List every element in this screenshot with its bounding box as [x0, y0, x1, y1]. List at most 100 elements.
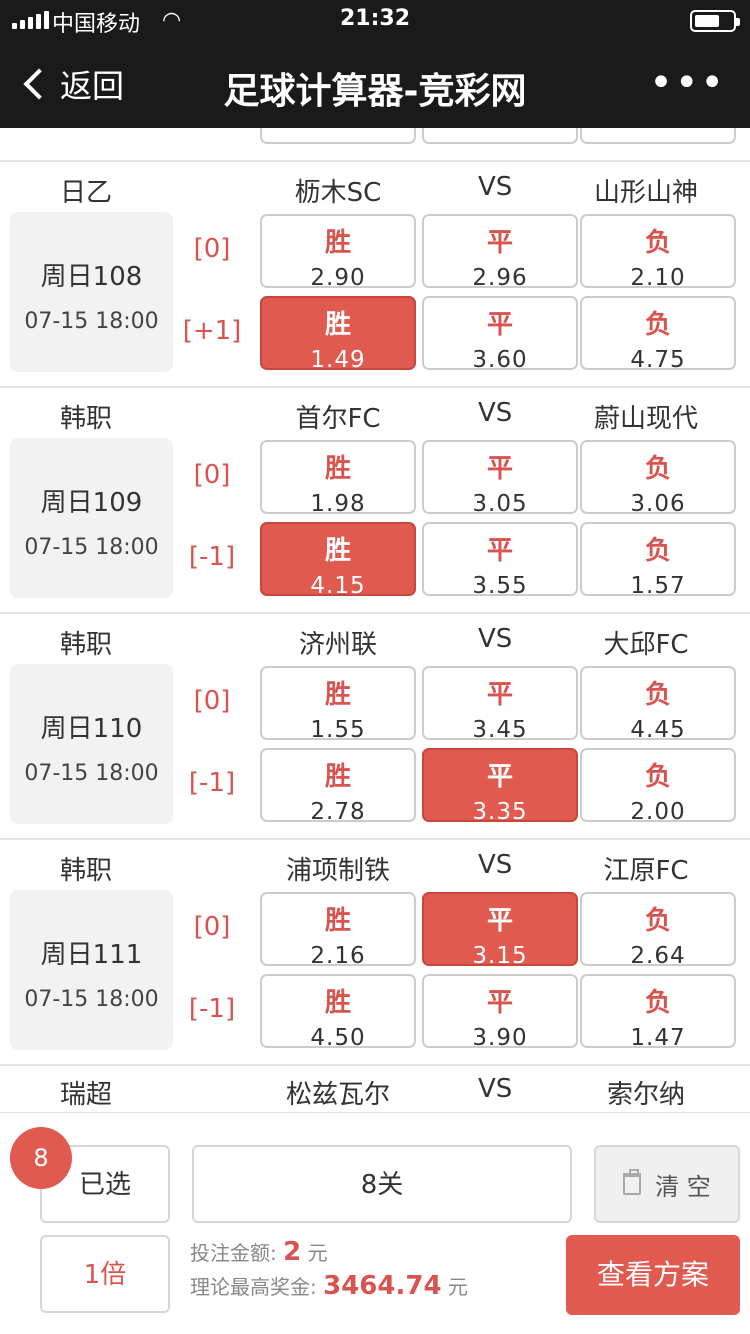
away-team: 索尔纳: [606, 1080, 685, 1110]
clear-label: 清 空: [655, 1172, 711, 1201]
odds-value: 1.57: [630, 573, 686, 599]
match-list[interactable]: 3.90 3.701.58 日乙 枥木SC VS 山形山神周日108 07-15 18:0…: [0, 128, 750, 1112]
odds-value: 4.45: [630, 717, 686, 743]
match-item: 韩职 首尔FC VS 蔚山现代 周日109 07-15 18:00 [0] 胜 1.98 平 3.0…: [0, 388, 750, 614]
odds-option[interactable]: 3.70: [422, 128, 578, 144]
odds-option[interactable]: 胜 1.55: [260, 666, 416, 743]
league-name: 韩职: [60, 856, 113, 886]
outcome-label: 负: [644, 310, 671, 340]
handicap-label: [0]: [193, 912, 231, 942]
vs-label: VS: [478, 850, 513, 880]
outcome-label: 平: [486, 680, 513, 710]
league-name: 韩职: [60, 404, 113, 434]
odds-option[interactable]: 负 2.00: [580, 748, 736, 825]
odds-option[interactable]: 胜 2.90: [260, 214, 416, 291]
match-number: 周日109: [40, 488, 143, 518]
vs-label: VS: [478, 398, 513, 428]
odds-option[interactable]: 负 2.64: [580, 892, 736, 969]
odds-value: 2.78: [310, 799, 366, 825]
match-time: 07-15 18:00: [24, 535, 159, 560]
status-bar: 中国移动 ◠ 21:32: [0, 0, 750, 40]
vs-label: VS: [478, 1074, 513, 1104]
outcome-label: 胜: [324, 988, 351, 1018]
outcome-label: 胜: [324, 454, 351, 484]
odds-option[interactable]: 1.58: [580, 128, 736, 144]
clear-button[interactable]: 清 空: [594, 1145, 740, 1223]
odds-value: 3.90: [472, 1025, 528, 1051]
odds-value: 1.55: [310, 717, 366, 743]
odds-value: 3.06: [630, 491, 686, 517]
vs-label: VS: [478, 172, 513, 202]
odds-option[interactable]: 胜 1.98: [260, 440, 416, 517]
home-team: 济州联: [298, 630, 377, 660]
outcome-label: 平: [486, 988, 513, 1018]
home-team: 松兹瓦尔: [285, 1080, 390, 1110]
more-menu-button[interactable]: •••: [649, 60, 726, 106]
prize-value: 3464.74: [323, 1271, 442, 1301]
league-name: 日乙: [60, 178, 113, 208]
view-plan-button[interactable]: 查看方案: [566, 1235, 740, 1315]
odds-option[interactable]: 胜 2.16: [260, 892, 416, 969]
odds-option[interactable]: 负 4.45: [580, 666, 736, 743]
odds-option-selected[interactable]: 平 3.15: [422, 892, 578, 969]
odds-value: 1.47: [630, 1025, 686, 1051]
odds-option[interactable]: 负 3.06: [580, 440, 736, 517]
odds-option[interactable]: 负 4.75: [580, 296, 736, 373]
outcome-label: 负: [644, 536, 671, 566]
odds-value: 2.10: [630, 265, 686, 291]
odds-option[interactable]: 胜 4.50: [260, 974, 416, 1051]
odds-option[interactable]: 3.90: [260, 128, 416, 144]
odds-value: 3.55: [472, 573, 528, 599]
stake-value: 2: [283, 1237, 302, 1267]
odds-option-selected[interactable]: 平 3.35: [422, 748, 578, 825]
odds-value: 1.49: [310, 347, 366, 373]
odds-option[interactable]: 负 1.57: [580, 522, 736, 599]
multiplier-button[interactable]: 1倍: [40, 1235, 170, 1313]
stake-unit: 元: [307, 1241, 328, 1265]
outcome-label: 胜: [324, 762, 351, 792]
away-team: 江原FC: [603, 856, 689, 886]
odds-option[interactable]: 平 2.96: [422, 214, 578, 291]
vs-label: VS: [478, 624, 513, 654]
odds-option[interactable]: 胜 2.78: [260, 748, 416, 825]
odds-option-selected[interactable]: 胜 1.49: [260, 296, 416, 373]
handicap-label: [0]: [193, 234, 231, 264]
odds-option[interactable]: 平 3.45: [422, 666, 578, 743]
odds-value: 4.15: [310, 573, 366, 599]
outcome-label: 平: [486, 228, 513, 258]
match-time: 07-15 18:00: [24, 761, 159, 786]
odds-option[interactable]: 平 3.90: [422, 974, 578, 1051]
home-team: 枥木SC: [294, 178, 382, 208]
odds-option[interactable]: 平 3.55: [422, 522, 578, 599]
odds-value: 3.60: [472, 347, 528, 373]
handicap-label: [+1]: [182, 316, 242, 346]
odds-option[interactable]: 负 2.10: [580, 214, 736, 291]
odds-option-selected[interactable]: 胜 4.15: [260, 522, 416, 599]
outcome-label: 胜: [324, 680, 351, 710]
away-team: 大邱FC: [603, 630, 689, 660]
handicap-label: [0]: [193, 686, 231, 716]
odds-value: 2.00: [630, 799, 686, 825]
match-number: 周日108: [40, 262, 143, 292]
battery-icon: [690, 10, 740, 32]
outcome-label: 负: [644, 906, 671, 936]
home-team: 浦项制铁: [285, 856, 390, 886]
pass-type-select[interactable]: 8关: [192, 1145, 572, 1223]
trash-icon: [623, 1169, 642, 1195]
outcome-label: 平: [486, 454, 513, 484]
page-title: 足球计算器-竞彩网: [223, 71, 527, 112]
match-time: 07-15 18:00: [24, 309, 159, 334]
outcome-label: 负: [644, 228, 671, 258]
match-info: 周日110 07-15 18:00: [10, 664, 173, 824]
outcome-label: 负: [644, 988, 671, 1018]
odds-option[interactable]: 平 3.05: [422, 440, 578, 517]
league-name: 瑞超: [60, 1080, 113, 1110]
match-item: 日乙 枥木SC VS 山形山神周日108 07-15 18:00 [0] 胜 2.90 平 2.9…: [0, 162, 750, 388]
outcome-label: 胜: [324, 228, 351, 258]
odds-option[interactable]: 负 1.47: [580, 974, 736, 1051]
odds-value: 3.15: [472, 943, 528, 969]
away-team: 山形山神: [593, 178, 698, 208]
odds-option[interactable]: 平 3.60: [422, 296, 578, 373]
outcome-label: 平: [486, 906, 513, 936]
league-name: 韩职: [60, 630, 113, 660]
